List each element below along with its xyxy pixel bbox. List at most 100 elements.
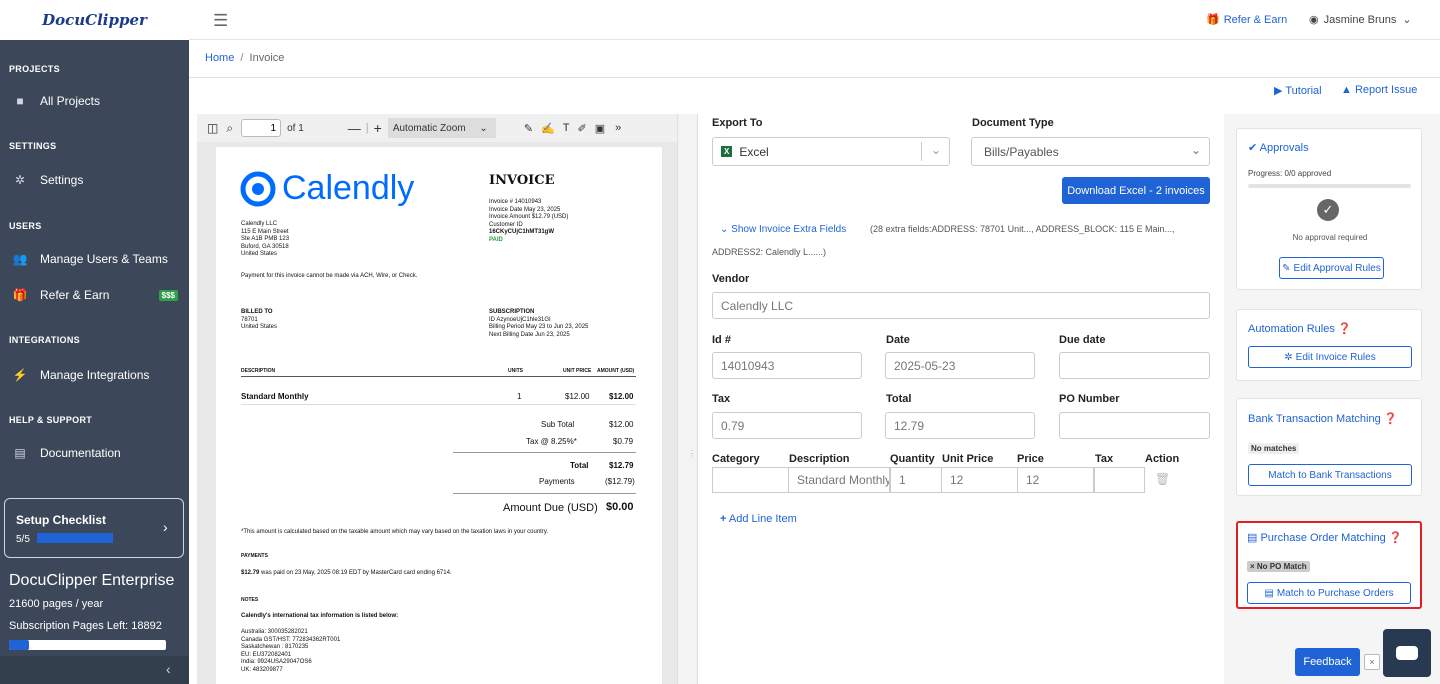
zoom-select[interactable]: Automatic Zoom ⌄ (387, 118, 496, 138)
help-icon: ❓ (1383, 413, 1398, 425)
breadcrumb: Home / Invoice (189, 40, 1440, 78)
approvals-progress-bar (1248, 184, 1411, 188)
refer-badge: $$$ (158, 289, 178, 301)
draw-icon[interactable]: ✐ (577, 122, 586, 135)
line-category-input[interactable] (712, 467, 789, 493)
invoice-page: Calendly INVOICE Invoice # 14010943 Invoi… (216, 147, 662, 684)
total-input[interactable]: 12.79 (885, 412, 1035, 439)
chat-widget-button[interactable] (1383, 629, 1431, 677)
invoice-meta: Invoice # 14010943 Invoice Date May 23, 2… (489, 199, 569, 243)
warning-icon: ▲ (1341, 84, 1352, 96)
sidebar-item-manage-users[interactable]: 👥 Manage Users & Teams (12, 252, 168, 266)
play-icon: ▶ (1274, 85, 1283, 97)
date-input[interactable]: 2025-05-23 (885, 352, 1035, 379)
feedback-button[interactable]: Feedback (1295, 648, 1360, 676)
setup-checklist[interactable]: Setup Checklist 5/5 › (4, 498, 184, 558)
vendor-input[interactable]: Calendly LLC (712, 292, 1210, 319)
help-icon: ❓ (1337, 323, 1352, 335)
refer-earn-link[interactable]: 🎁 Refer & Earn (1206, 13, 1287, 27)
plan-name: DocuClipper Enterprise (9, 572, 175, 589)
logo[interactable]: DocuClipper (0, 0, 189, 40)
excel-icon: X (721, 146, 733, 157)
tax-input[interactable]: 0.79 (712, 412, 862, 439)
download-excel-button[interactable]: Download Excel - 2 invoices (1062, 177, 1210, 204)
sidebar-toggle-icon[interactable]: ◫ (207, 121, 218, 135)
help-icon: ❓ (1388, 532, 1403, 544)
folder-icon: ■ (16, 94, 24, 108)
sidebar-item-settings[interactable]: ✲ Settings (12, 173, 83, 187)
checklist-progress-fill (37, 533, 113, 543)
trash-icon[interactable]: 🗑 (1155, 472, 1170, 486)
line-quantity-input[interactable]: 1 (890, 467, 942, 493)
calendly-logo-icon (240, 171, 276, 206)
section-users: USERS (9, 221, 42, 231)
plug-icon: ⚡ (12, 368, 28, 382)
id-input[interactable]: 14010943 (712, 352, 862, 379)
due-date-input[interactable] (1059, 352, 1210, 379)
more-tools-icon[interactable]: » (615, 122, 621, 134)
edit-icon: ✎ (1282, 262, 1291, 274)
checklist-progress-text: 5/5 (16, 534, 30, 545)
automation-card: Automation Rules ❓ ✲ Edit Invoice Rules (1236, 309, 1422, 381)
chevron-down-icon: ⌄ (931, 143, 942, 157)
annotate-icon[interactable]: ✎ (524, 122, 533, 135)
chevron-down-icon: ⌄ (1190, 143, 1201, 157)
show-extra-fields-link[interactable]: ⌄ Show Invoice Extra Fields (720, 224, 846, 235)
plus-icon: + (720, 513, 727, 525)
chevron-down-icon: ⌄ (479, 122, 488, 134)
section-help: HELP & SUPPORT (9, 415, 93, 425)
match-bank-transactions-button[interactable]: Match to Bank Transactions (1248, 464, 1412, 486)
amount-due: $0.00 (606, 501, 634, 513)
highlight-icon[interactable]: ✍ (541, 122, 555, 135)
sidebar-item-refer-earn[interactable]: 🎁 Refer & Earn $$$ (12, 288, 178, 302)
tax-id-list: Australia: 300035282021 Canada GST/HST: 7… (241, 629, 341, 673)
breadcrumb-current: Invoice (249, 52, 285, 64)
line-tax-input[interactable] (1094, 467, 1145, 493)
search-icon[interactable]: ⌕ (226, 121, 233, 136)
tutorial-link[interactable]: ▶ Tutorial (1274, 84, 1322, 97)
chevron-right-icon: › (163, 519, 168, 535)
split-handle[interactable]: ⋮ (677, 114, 698, 684)
page-number-input[interactable] (241, 119, 282, 137)
bank-matching-card: Bank Transaction Matching ❓ No matches M… (1236, 398, 1422, 496)
po-matching-title: ▤ Purchase Order Matching ❓ (1247, 532, 1403, 544)
user-menu[interactable]: ◉ Jasmine Bruns ⌄ (1309, 13, 1412, 27)
sidebar-item-all-projects[interactable]: ■ All Projects (12, 94, 100, 108)
extra-fields-summary: (28 extra fields:ADDRESS: 78701 Unit...,… (870, 224, 1175, 234)
book-icon: ▤ (14, 446, 26, 460)
document-icon: ▤ (1247, 532, 1258, 544)
zoom-in-icon[interactable]: + (374, 120, 382, 136)
extra-fields-summary-2: ADDRESS2: Calendly L......) (712, 247, 827, 257)
feedback-close-button[interactable]: × (1364, 654, 1380, 670)
chevron-down-icon: ⌄ (1402, 14, 1412, 26)
add-line-item-button[interactable]: + Add Line Item (720, 513, 797, 525)
line-unit-price-input[interactable]: 12 (941, 467, 1018, 493)
export-select[interactable]: X Excel ⌄ (712, 137, 950, 166)
match-purchase-orders-button[interactable]: ▤ Match to Purchase Orders (1247, 582, 1411, 604)
sidebar-item-documentation[interactable]: ▤ Documentation (12, 446, 120, 460)
sidebar-item-integrations[interactable]: ⚡ Manage Integrations (12, 368, 150, 382)
bank-status-badge: No matches (1248, 443, 1300, 454)
logo-text: DocuClipper (42, 11, 147, 29)
hamburger-menu-icon[interactable]: ☰ (213, 11, 228, 31)
collapse-bar[interactable]: ‹ (0, 656, 189, 684)
edit-invoice-rules-button[interactable]: ✲ Edit Invoice Rules (1248, 346, 1412, 368)
report-issue-link[interactable]: ▲ Report Issue (1341, 84, 1417, 96)
line-description-input[interactable]: Standard Monthly (788, 467, 890, 493)
image-icon[interactable]: ▣ (595, 122, 605, 135)
sidebar: PROJECTS ■ All Projects SETTINGS ✲ Setting… (0, 40, 189, 684)
text-icon[interactable]: T (563, 122, 570, 134)
section-integrations: INTEGRATIONS (9, 335, 80, 345)
ach-note: Payment for this invoice cannot be made … (241, 273, 418, 279)
zoom-out-icon[interactable]: — (348, 121, 361, 136)
edit-approval-rules-button[interactable]: ✎ Edit Approval Rules (1279, 257, 1384, 279)
line-price-input[interactable]: 12 (1017, 467, 1094, 493)
document-type-select[interactable]: Bills/Payables ⌄ (971, 137, 1210, 166)
document-icon: ▤ (1264, 587, 1274, 599)
users-icon: 👥 (12, 252, 28, 266)
po-number-input[interactable] (1059, 412, 1210, 439)
check-circle-icon: ✓ (1317, 199, 1339, 221)
breadcrumb-home[interactable]: Home (205, 52, 234, 64)
section-settings: SETTINGS (9, 141, 57, 151)
line-items-header: DESCRIPTION UNITS UNIT PRICE AMOUNT (USD… (241, 362, 636, 377)
